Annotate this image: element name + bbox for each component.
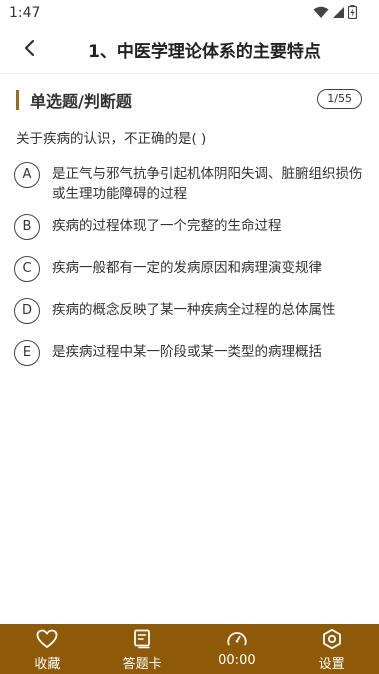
option-letter: C <box>14 256 40 282</box>
tab-settings[interactable]: 设置 <box>284 624 379 674</box>
wifi-icon <box>313 6 329 19</box>
signal-icon <box>332 6 345 19</box>
tab-label: 设置 <box>318 657 345 672</box>
title-bar: 1、中医学理论体系的主要特点 <box>0 26 379 74</box>
battery-icon <box>348 5 357 19</box>
chevron-left-icon <box>23 39 35 61</box>
option-b[interactable]: B 疾病的过程体现了一个完整的生命过程 <box>14 214 369 240</box>
status-bar: 1:47 <box>0 0 379 26</box>
option-text: 疾病的过程体现了一个完整的生命过程 <box>52 218 282 234</box>
question-counter-badge[interactable]: 1/55 <box>317 89 362 109</box>
option-e[interactable]: E 是疾病过程中某一阶段或某一类型的病理概括 <box>14 340 369 366</box>
heart-icon <box>36 628 58 650</box>
page-title: 1、中医学理论体系的主要特点 <box>88 42 321 62</box>
section-title: 单选题/判断题 <box>30 92 132 111</box>
option-text: 是疾病过程中某一阶段或某一类型的病理概括 <box>52 344 322 360</box>
option-text: 疾病一般都有一定的发病原因和病理演变规律 <box>52 260 322 276</box>
option-letter: B <box>14 214 40 240</box>
timer-value: 00:00 <box>218 653 256 668</box>
status-icons <box>313 5 357 19</box>
tab-label: 答题卡 <box>122 657 162 672</box>
section-accent-bar <box>16 90 19 110</box>
status-time: 1:47 <box>9 5 41 21</box>
tab-label: 收藏 <box>34 657 61 672</box>
option-text: 是正气与邪气抗争引起机体阴阳失调、脏腑组织损伤或生理功能障碍的过程 <box>52 166 363 202</box>
back-button[interactable] <box>14 36 44 64</box>
bottom-toolbar: 收藏 答题卡 00:00 设置 <box>0 624 379 674</box>
tab-timer[interactable]: 00:00 <box>190 624 285 674</box>
settings-icon <box>321 628 343 650</box>
option-letter: E <box>14 340 40 366</box>
answer-card-icon <box>131 628 153 650</box>
option-a[interactable]: A 是正气与邪气抗争引起机体阴阳失调、脏腑组织损伤或生理功能障碍的过程 <box>14 162 369 204</box>
option-letter: D <box>14 298 40 324</box>
option-c[interactable]: C 疾病一般都有一定的发病原因和病理演变规律 <box>14 256 369 282</box>
question-text: 关于疾病的认识，不正确的是( ) <box>16 131 207 147</box>
option-text: 疾病的概念反映了某一种疾病全过程的总体属性 <box>52 302 336 318</box>
timer-icon <box>226 628 248 650</box>
section-header: 单选题/判断题 1/55 <box>0 86 379 114</box>
tab-favorite[interactable]: 收藏 <box>0 624 95 674</box>
tab-answer-card[interactable]: 答题卡 <box>95 624 190 674</box>
option-letter: A <box>14 162 40 188</box>
option-d[interactable]: D 疾病的概念反映了某一种疾病全过程的总体属性 <box>14 298 369 324</box>
